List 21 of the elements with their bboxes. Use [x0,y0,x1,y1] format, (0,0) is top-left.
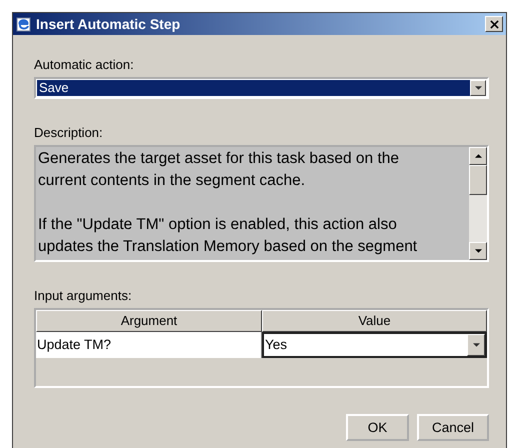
action-dropdown[interactable]: Save [34,77,489,99]
description-paragraph: Generates the target asset for this task based on the current contents in the segment cache. [38,149,400,191]
app-icon [16,16,32,32]
field-label: Description: [34,125,104,142]
dialog-button[interactable]: OK [346,414,409,441]
dialog-button[interactable]: Cancel [417,414,489,441]
close-button[interactable] [485,16,503,32]
table-cell: Update TM? [36,332,262,358]
field-label: Automatic action: [34,57,135,74]
value-dropdown[interactable]: Yes [262,332,487,358]
column-header[interactable]: Value [262,310,487,332]
window-title: Insert Automatic Step [36,16,182,32]
field-label: Input arguments: [34,288,133,305]
close-icon[interactable] [490,20,498,28]
column-header[interactable]: Argument [36,310,262,332]
scrollbar[interactable] [469,147,487,260]
scroll-up-icon[interactable] [469,147,487,165]
scroll-down-icon[interactable] [469,242,487,260]
description-paragraph: If the "Update TM" option is enabled, this action also updates the Translation Memory based on the segment [38,215,418,257]
scroll-thumb[interactable] [469,165,487,195]
dropdown-value: Save [37,80,470,96]
